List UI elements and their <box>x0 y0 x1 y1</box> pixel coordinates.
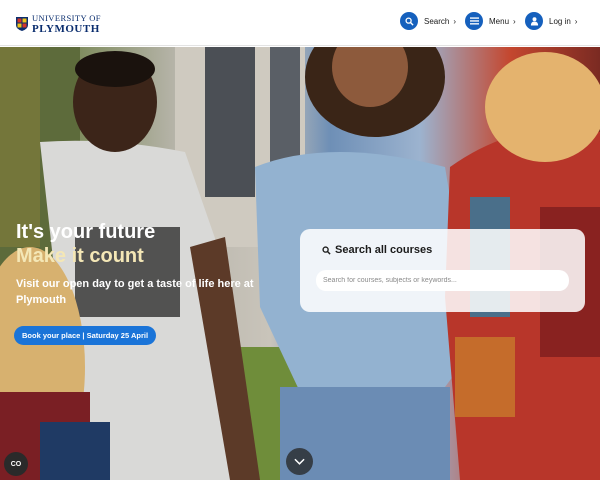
course-search-heading: Search all courses <box>322 244 432 256</box>
logo-university-of: UNIVERSITY OF <box>32 13 101 23</box>
search-icon <box>400 12 418 30</box>
hero-subtitle: Visit our open day to get a taste of lif… <box>16 278 254 306</box>
chevron-right-icon: › <box>453 16 457 26</box>
captions-toggle-button[interactable]: CO <box>4 452 28 476</box>
crest-icon <box>16 17 28 32</box>
user-icon <box>525 12 543 30</box>
search-icon <box>322 245 331 255</box>
captions-label: CO <box>10 460 22 468</box>
nav-search-label: Search <box>424 16 450 26</box>
chevron-down-icon <box>294 458 305 465</box>
chevron-right-icon: › <box>513 16 516 26</box>
nav-login-label: Log in <box>549 16 571 26</box>
nav-menu-label: Menu <box>489 16 510 26</box>
university-logo[interactable]: UNIVERSITY OF PLYMOUTH <box>16 14 101 35</box>
book-place-button[interactable]: Book your place | Saturday 25 April <box>14 326 157 345</box>
logo-plymouth: PLYMOUTH <box>32 22 100 35</box>
scroll-down-button[interactable] <box>286 448 313 475</box>
site-header: UNIVERSITY OF PLYMOUTH Search › Menu › L… <box>0 0 600 46</box>
course-search-input[interactable] <box>316 270 569 291</box>
hero-title-line2: Make it count <box>16 245 144 267</box>
chevron-right-icon: › <box>574 16 578 26</box>
course-search-title: Search all courses <box>335 244 433 256</box>
course-search-card: Search all courses <box>300 229 585 312</box>
hero-title-line1: It's your future <box>16 221 156 243</box>
nav-search-button[interactable]: Search › <box>400 12 456 30</box>
nav-menu-button[interactable]: Menu › <box>465 12 516 30</box>
nav-login-button[interactable]: Log in › <box>525 12 577 30</box>
hero-text: It's your future Make it count Visit our… <box>16 220 286 308</box>
menu-icon <box>465 12 483 30</box>
